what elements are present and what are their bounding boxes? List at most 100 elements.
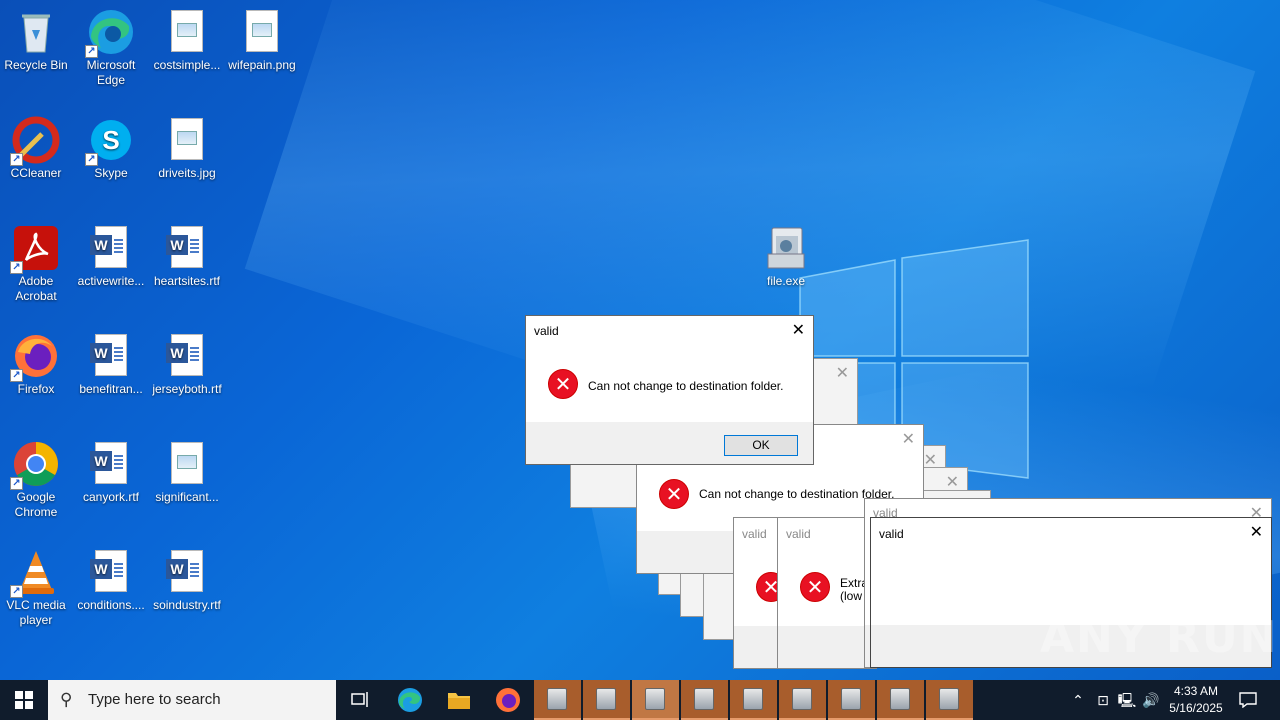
taskbar-edge[interactable]	[386, 680, 434, 720]
task-view-button[interactable]	[336, 680, 384, 720]
ok-button[interactable]: OK	[724, 435, 798, 456]
desktop-icon-vlc[interactable]: ↗ VLC media player	[0, 548, 74, 628]
desktop-icon-microsoft-edge[interactable]: ↗ Microsoft Edge	[73, 8, 149, 88]
word-file-icon: W	[87, 224, 135, 272]
svg-text:S: S	[102, 125, 119, 155]
taskbar-app-valid[interactable]	[730, 680, 777, 720]
chrome-icon: ↗	[10, 440, 60, 490]
close-icon: ✕	[945, 474, 959, 491]
edge-icon: ↗	[85, 8, 135, 58]
word-file-icon: W	[87, 332, 135, 380]
error-icon: ✕	[548, 369, 578, 399]
word-file-icon: W	[163, 224, 211, 272]
installer-icon	[694, 688, 714, 710]
error-icon: ✕	[800, 572, 830, 602]
taskbar: ⚲ Type here to search ⌃ ⊡ 🖳 🔊 4:33 AM 5/…	[0, 680, 1280, 720]
clock-date: 5/16/2025	[1169, 701, 1223, 715]
network-icon[interactable]: 🖳	[1116, 680, 1138, 720]
installer-icon	[792, 688, 812, 710]
desktop-icon-ccleaner[interactable]: ↗ CCleaner	[0, 116, 74, 181]
taskbar-app-valid[interactable]	[583, 680, 630, 720]
image-file-icon	[163, 8, 211, 56]
dialog-message: Can not change to destination folder.	[588, 379, 784, 393]
shortcut-arrow-icon: ↗	[10, 585, 23, 598]
taskbar-firefox[interactable]	[484, 680, 532, 720]
ccleaner-icon: ↗	[10, 116, 60, 166]
taskbar-app-valid[interactable]	[632, 680, 679, 720]
taskbar-file-explorer[interactable]	[435, 680, 483, 720]
desktop-icon-recycle-bin[interactable]: Recycle Bin	[0, 8, 74, 73]
dialog-title: valid	[879, 527, 904, 541]
word-file-icon: W	[87, 548, 135, 596]
taskbar-app-valid[interactable]	[779, 680, 826, 720]
meet-now-icon[interactable]: ⊡	[1092, 680, 1114, 720]
word-file-icon: W	[163, 332, 211, 380]
image-file-icon	[163, 440, 211, 488]
desktop-icon-firefox[interactable]: ↗ Firefox	[0, 332, 74, 397]
search-placeholder: Type here to search	[88, 691, 221, 708]
close-icon: ✕	[835, 365, 849, 382]
windows-icon	[15, 691, 33, 709]
error-dialog-small: valid ✕ Extra (low	[777, 517, 877, 669]
desktop-icon-google-chrome[interactable]: ↗ Google Chrome	[0, 440, 74, 520]
desktop-icon-jerseyboth[interactable]: W jerseyboth.rtf	[149, 332, 225, 397]
taskbar-app-valid[interactable]	[828, 680, 875, 720]
desktop-icon-benefitran[interactable]: W benefitran...	[73, 332, 149, 397]
shortcut-arrow-icon: ↗	[10, 369, 23, 382]
clock-time: 4:33 AM	[1173, 684, 1219, 698]
error-icon: ✕	[659, 479, 689, 509]
dialog-title: valid	[534, 324, 559, 338]
desktop-icon-adobe-acrobat[interactable]: ↗ Adobe Acrobat	[0, 224, 74, 304]
clock[interactable]: 4:33 AM 5/16/2025	[1160, 683, 1232, 717]
close-icon[interactable]: ✕	[792, 320, 805, 340]
desktop-icon-soindustry[interactable]: W soindustry.rtf	[149, 548, 225, 613]
taskbar-app-valid[interactable]	[877, 680, 924, 720]
shortcut-arrow-icon: ↗	[85, 45, 98, 58]
desktop-icon-costsimple[interactable]: costsimple...	[149, 8, 225, 73]
shortcut-arrow-icon: ↗	[10, 477, 23, 490]
watermark: ANY RUN	[1040, 612, 1279, 663]
firefox-icon	[496, 688, 520, 712]
word-file-icon: W	[87, 440, 135, 488]
taskbar-app-valid[interactable]	[534, 680, 581, 720]
desktop-icon-significant[interactable]: significant...	[149, 440, 225, 505]
installer-icon	[939, 688, 959, 710]
desktop-icon-activewrite[interactable]: W activewrite...	[73, 224, 149, 289]
installer-icon	[596, 688, 616, 710]
installer-icon	[762, 224, 810, 272]
recycle-bin-icon	[12, 8, 60, 56]
taskbar-app-valid[interactable]	[926, 680, 973, 720]
shortcut-arrow-icon: ↗	[85, 153, 98, 166]
acrobat-icon: ↗	[10, 224, 60, 274]
desktop-icon-driveits[interactable]: driveits.jpg	[149, 116, 225, 181]
desktop-icon-canyork[interactable]: W canyork.rtf	[73, 440, 149, 505]
close-icon[interactable]: ✕	[902, 429, 915, 449]
installer-icon	[547, 688, 567, 710]
installer-icon	[841, 688, 861, 710]
desktop-icon-conditions[interactable]: W conditions....	[73, 548, 149, 613]
taskbar-app-valid[interactable]	[681, 680, 728, 720]
word-file-icon: W	[163, 548, 211, 596]
volume-icon[interactable]: 🔊	[1140, 680, 1162, 720]
desktop-icon-skype[interactable]: S ↗ Skype	[73, 116, 149, 181]
task-view-icon	[351, 692, 368, 707]
dialog-footer	[778, 626, 876, 668]
close-icon[interactable]: ✕	[1250, 522, 1263, 542]
desktop-icon-heartsites[interactable]: W heartsites.rtf	[149, 224, 225, 289]
vlc-icon: ↗	[10, 548, 60, 598]
error-dialog-front: valid ✕ ✕ Can not change to destination …	[525, 315, 814, 465]
installer-icon	[645, 688, 665, 710]
shortcut-arrow-icon: ↗	[10, 153, 23, 166]
edge-icon	[398, 688, 422, 712]
image-file-icon	[163, 116, 211, 164]
notifications-icon[interactable]	[1236, 680, 1260, 720]
chevron-up-icon[interactable]: ⌃	[1068, 680, 1088, 720]
search-box[interactable]: ⚲ Type here to search	[48, 680, 336, 720]
installer-icon	[743, 688, 763, 710]
desktop-icon-file-exe[interactable]: file.exe	[748, 224, 824, 289]
installer-icon	[890, 688, 910, 710]
start-button[interactable]	[0, 680, 48, 720]
desktop-icon-wifepain[interactable]: wifepain.png	[224, 8, 300, 73]
firefox-icon: ↗	[10, 332, 60, 382]
shortcut-arrow-icon: ↗	[10, 261, 23, 274]
